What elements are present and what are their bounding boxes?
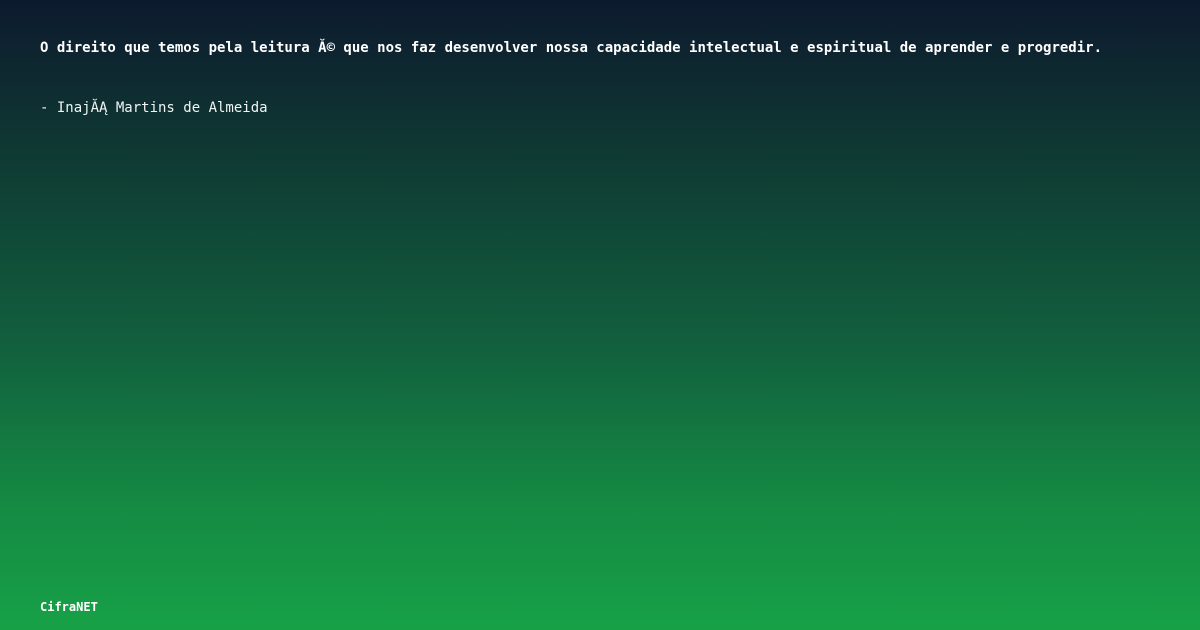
quote-card: { "quote": { "text": "O direito que temo… [0,0,1200,630]
brand-logo-text: CifraNET [40,600,98,614]
quote-author: - InajĂĄ Martins de Almeida [40,100,268,116]
quote-text: O direito que temos pela leitura Ă© que … [40,40,1103,56]
